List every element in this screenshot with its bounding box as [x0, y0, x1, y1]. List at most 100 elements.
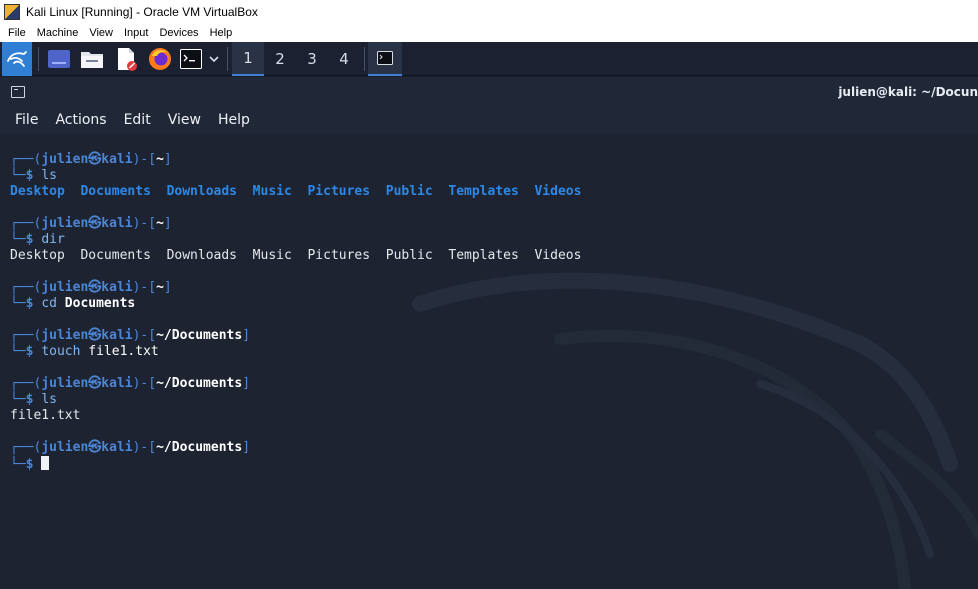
prompt-user: julien [41, 280, 89, 295]
prompt-at-icon: ㉿ [88, 216, 102, 231]
output-item: file1.txt [10, 408, 81, 423]
prompt-dollar: $ [25, 457, 42, 472]
prompt-corner-bottom: └─ [10, 296, 26, 311]
prompt-corner: ┌──( [10, 328, 42, 343]
output-item: Videos [534, 248, 582, 263]
show-desktop-icon [48, 50, 70, 68]
prompt-command-line: └─$ [10, 456, 50, 472]
workspace-3-button[interactable]: 3 [296, 42, 328, 76]
vbox-menu-input[interactable]: Input [120, 27, 155, 39]
text-editor-button[interactable] [112, 42, 140, 76]
prompt-at-icon: ㉿ [88, 152, 102, 167]
prompt-bracket-close: ] [242, 440, 251, 455]
workspace-2-button[interactable]: 2 [264, 42, 296, 76]
kali-top-panel: 1 2 3 4 [0, 42, 978, 76]
workspace-4-label: 4 [339, 50, 349, 68]
terminal-taskbar-button[interactable] [368, 42, 402, 76]
firefox-icon [149, 48, 171, 70]
prompt-user: julien [41, 376, 89, 391]
output-item: Pictures [307, 184, 371, 199]
output-item: Music [252, 248, 292, 263]
command-output-line: file1.txt [10, 408, 80, 424]
command-text: dir [41, 232, 65, 247]
prompt-bracket-close: ] [163, 280, 172, 295]
prompt-bracket: )-[ [132, 376, 157, 391]
vbox-menu-view[interactable]: View [85, 27, 120, 39]
command-args: file1.txt [88, 344, 159, 359]
workspace-2-label: 2 [275, 50, 285, 68]
prompt-dollar: $ [25, 392, 42, 407]
workspace-3-label: 3 [307, 50, 317, 68]
prompt-header-line: ┌──(julien㉿kali)-[~] [10, 152, 172, 168]
terminal-menu-help[interactable]: Help [218, 112, 250, 128]
terminal-menu-actions[interactable]: Actions [55, 112, 106, 128]
vbox-menu-file[interactable]: File [4, 27, 33, 39]
panel-separator [227, 47, 228, 71]
firefox-button[interactable] [146, 42, 174, 76]
prompt-at-icon: ㉿ [88, 280, 102, 295]
terminal-menu-file[interactable]: File [15, 112, 38, 128]
output-item: Templates [448, 184, 519, 199]
vbox-menu-devices[interactable]: Devices [155, 27, 205, 39]
terminal-menu-edit[interactable]: Edit [124, 112, 151, 128]
vbox-menu-help[interactable]: Help [206, 27, 240, 39]
prompt-bracket: )-[ [132, 328, 157, 343]
output-item: Desktop [10, 184, 65, 199]
prompt-host: kali [101, 216, 133, 231]
output-gap [237, 184, 253, 199]
kali-dragon-icon [7, 51, 27, 67]
prompt-dollar: $ [25, 296, 42, 311]
workspace-4-button[interactable]: 4 [328, 42, 360, 76]
output-gap [292, 248, 308, 263]
prompt-user: julien [41, 216, 89, 231]
prompt-bracket: )-[ [132, 216, 157, 231]
virtualbox-app-icon [4, 4, 20, 20]
vbox-menu-machine[interactable]: Machine [33, 27, 86, 39]
command-args: Documents [64, 296, 136, 311]
prompt-host: kali [101, 280, 133, 295]
workspace-1-button[interactable]: 1 [232, 42, 264, 76]
launcher-dropdown-button[interactable] [205, 42, 223, 76]
prompt-dollar: $ [25, 344, 42, 359]
prompt-corner-bottom: └─ [10, 232, 26, 247]
prompt-user: julien [41, 152, 89, 167]
output-gap [519, 248, 535, 263]
prompt-cwd: ~ [156, 216, 164, 231]
text-editor-icon [118, 48, 137, 71]
prompt-bracket: )-[ [132, 280, 157, 295]
prompt-host: kali [101, 440, 133, 455]
output-item: Downloads [166, 184, 238, 199]
prompt-bracket-close: ] [242, 328, 251, 343]
command-text: touch [41, 344, 81, 359]
output-item: Templates [448, 248, 519, 263]
prompt-corner-bottom: └─ [10, 344, 26, 359]
prompt-host: kali [101, 152, 133, 167]
prompt-command-line: └─$ cd Documents [10, 296, 135, 312]
prompt-host: kali [101, 376, 133, 391]
prompt-corner: ┌──( [10, 152, 42, 167]
prompt-header-line: ┌──(julien㉿kali)-[~/Documents] [10, 328, 250, 344]
applications-menu-button[interactable] [2, 42, 32, 76]
window-title: Kali Linux [Running] - Oracle VM Virtual… [26, 5, 258, 19]
prompt-cwd: ~ [156, 152, 164, 167]
prompt-dollar: $ [25, 232, 42, 247]
terminal-launcher-button[interactable] [179, 42, 203, 76]
show-desktop-button[interactable] [45, 42, 73, 76]
workspace-1-label: 1 [243, 49, 253, 67]
command-text: ls [41, 168, 57, 183]
output-gap [370, 184, 386, 199]
output-gap [65, 248, 81, 263]
output-item: Downloads [166, 248, 238, 263]
prompt-command-line: └─$ ls [10, 392, 57, 408]
prompt-header-line: ┌──(julien㉿kali)-[~/Documents] [10, 440, 250, 456]
prompt-command-line: └─$ dir [10, 232, 65, 248]
prompt-corner: ┌──( [10, 216, 42, 231]
output-gap [519, 184, 535, 199]
terminal-title-bar[interactable]: julien@kali: ~/Docun [0, 77, 978, 106]
prompt-header-line: ┌──(julien㉿kali)-[~/Documents] [10, 376, 250, 392]
terminal-output-area[interactable]: ┌──(julien㉿kali)-[~] └─$ ls Desktop Docume… [0, 134, 978, 589]
terminal-menu-view[interactable]: View [168, 112, 201, 128]
output-gap [237, 248, 253, 263]
prompt-bracket-close: ] [163, 152, 172, 167]
file-manager-button[interactable] [78, 42, 106, 76]
